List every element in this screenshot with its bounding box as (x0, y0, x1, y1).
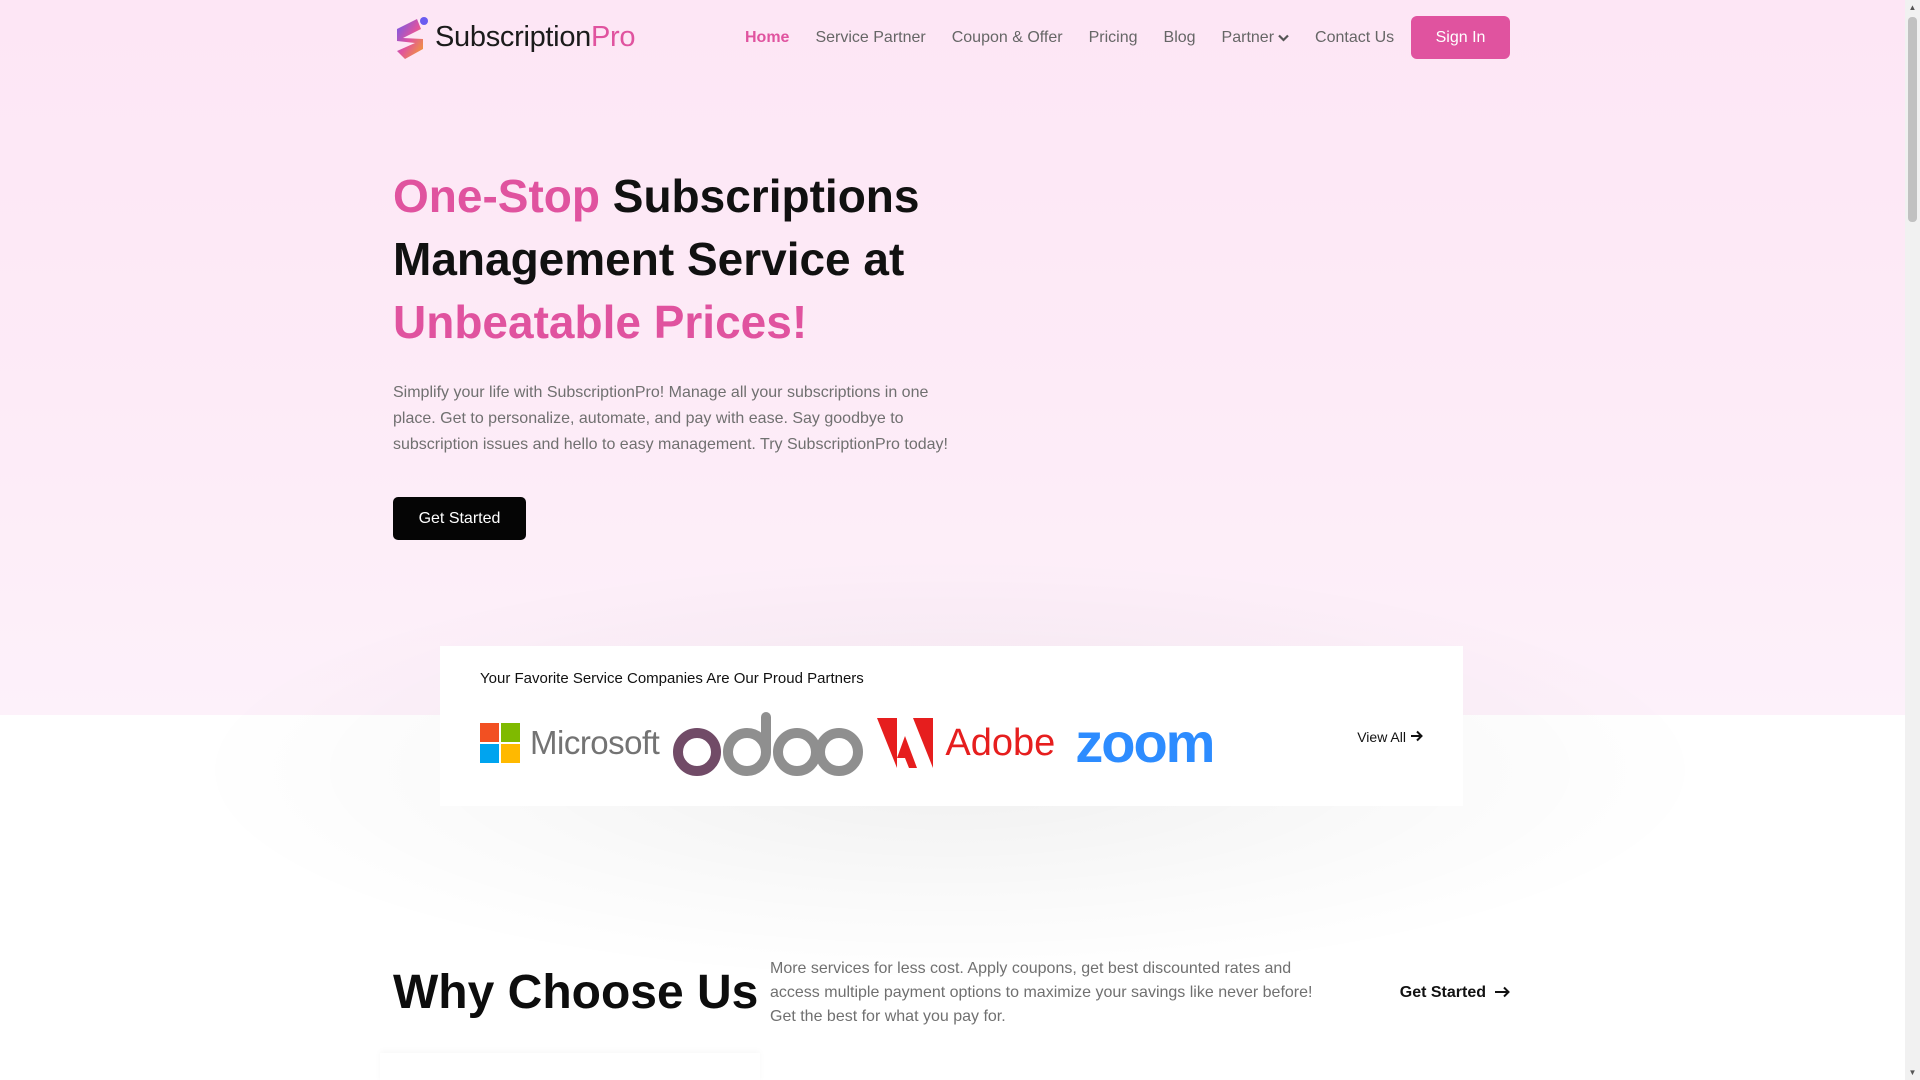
headline-highlight-2: Unbeatable Prices! (393, 296, 808, 348)
microsoft-wordmark: Microsoft (530, 724, 660, 761)
brand-name-dark: Subscription (435, 21, 591, 53)
arrow-right-icon (1494, 982, 1510, 1003)
why-choose-us-description: More services for less cost. Apply coupo… (770, 960, 1313, 1025)
zoom-logo[interactable]: zoom (1075, 715, 1215, 771)
microsoft-grid-icon (480, 723, 520, 763)
sign-in-button[interactable]: Sign In (1411, 16, 1510, 59)
nav-coupon-offer[interactable]: Coupon & Offer (952, 29, 1063, 47)
scroll-thumb[interactable] (1908, 17, 1917, 222)
arrow-right-icon (1410, 729, 1423, 745)
hero-description: Simplify your life with SubscriptionPro!… (393, 384, 948, 453)
view-all-label: View All (1357, 729, 1406, 745)
adobe-icon (877, 718, 934, 768)
nav-pricing[interactable]: Pricing (1089, 29, 1138, 47)
brand-name: SubscriptionPro (435, 21, 636, 54)
subscriptionpro-logo-icon (393, 15, 431, 60)
scroll-down-icon[interactable]: ▼ (1905, 1065, 1920, 1080)
nav-partner-label: Partner (1221, 28, 1275, 46)
scroll-up-icon[interactable]: ▲ (1905, 0, 1920, 15)
odoo-logo[interactable] (673, 708, 864, 778)
main-nav: Home Service Partner Coupon & Offer Pric… (745, 15, 1420, 60)
brand-logo[interactable]: SubscriptionPro (393, 15, 636, 60)
view-all-link[interactable]: View All (1357, 729, 1423, 745)
nav-blog[interactable]: Blog (1164, 29, 1196, 47)
page-scrollbar[interactable]: ▲ ▼ (1905, 0, 1920, 1080)
feature-card (380, 1053, 760, 1080)
site-header: SubscriptionPro Home Service Partner Cou… (393, 15, 1510, 60)
hero-background (0, 0, 1905, 715)
get-started-button[interactable]: Get Started (393, 497, 526, 540)
brand-name-pink: Pro (591, 21, 636, 53)
why-get-started-link[interactable]: Get Started (1400, 982, 1510, 1003)
adobe-logo[interactable]: Adobe (877, 718, 1055, 768)
partners-title: Your Favorite Service Companies Are Our … (480, 670, 864, 687)
nav-home[interactable]: Home (745, 29, 789, 47)
partner-logos: Microsoft Adobe zoom (480, 708, 1215, 778)
hero-headline: One-Stop Subscriptions Management Servic… (393, 165, 953, 354)
why-choose-us-title: Why Choose Us (393, 966, 759, 1019)
why-get-started-label: Get Started (1399, 983, 1486, 1001)
chevron-down-icon (1278, 31, 1289, 45)
adobe-wordmark: Adobe (945, 721, 1056, 764)
microsoft-logo[interactable]: Microsoft (480, 723, 660, 763)
nav-partner-dropdown[interactable]: Partner (1222, 29, 1289, 47)
partners-card: Your Favorite Service Companies Are Our … (440, 646, 1463, 806)
headline-highlight-1: One-Stop (393, 170, 600, 222)
nav-service-partner[interactable]: Service Partner (815, 29, 925, 47)
nav-contact-us[interactable]: Contact Us (1315, 29, 1394, 47)
